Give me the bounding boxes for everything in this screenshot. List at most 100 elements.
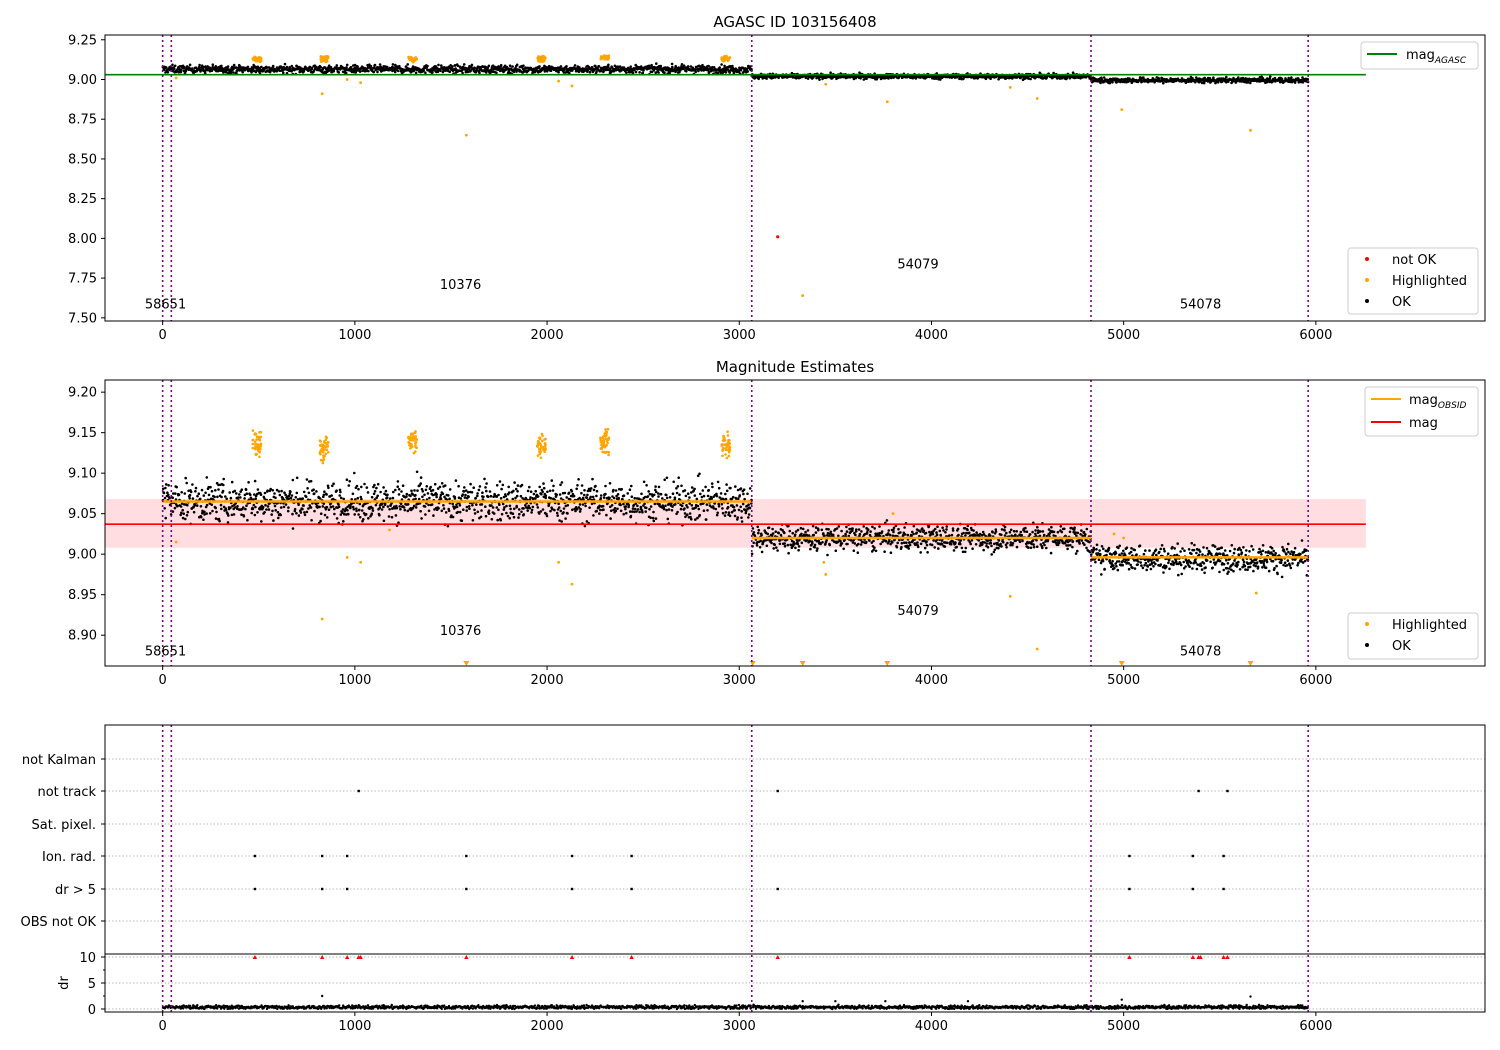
p2-ok-point [184, 517, 187, 521]
p2-ok-point [431, 488, 435, 492]
p2-ok-point [451, 502, 455, 506]
p2-ok-point [725, 489, 729, 493]
p2-ok-point [289, 496, 293, 500]
p2-ok-point [277, 516, 280, 520]
p2-ok-point [728, 514, 732, 518]
p2-ok-point [495, 506, 499, 509]
p2-ok-point [520, 510, 523, 514]
p2-ok-point [435, 495, 438, 499]
p2-ok-point [382, 486, 385, 489]
p2-ok-point [364, 513, 368, 516]
p2-ok-point [468, 507, 471, 511]
p1-ok-point [271, 64, 275, 68]
p2-ok-point [186, 510, 190, 514]
p2-ok-point [858, 532, 862, 536]
p2-ok-point [884, 539, 888, 543]
p2-ok-point [484, 486, 487, 489]
p2-ok-point [199, 515, 203, 519]
p2-ok-point [513, 481, 516, 484]
p2-ok-point [241, 506, 245, 509]
p2-ok-point [796, 542, 800, 546]
p1-ok-point [356, 65, 359, 68]
p2-ok-point [765, 544, 769, 548]
p2-ok-point [932, 539, 935, 542]
p1-ok-point [508, 64, 512, 67]
p2-ok-point [733, 514, 737, 518]
p2-ok-point [305, 510, 309, 514]
p2-ok-point [220, 495, 223, 499]
p2-ok-point [792, 540, 795, 544]
p1-ok-point [629, 65, 632, 68]
p2-ok-point [507, 485, 511, 489]
p2-ok-point [306, 487, 309, 490]
p2-ok-point [908, 543, 912, 547]
p2-ok-point [205, 503, 209, 507]
p2-ok-point [508, 516, 512, 520]
p2-ok-point [192, 510, 196, 514]
p2-ok-point [512, 515, 516, 519]
p1-legend-point-marker [1365, 257, 1369, 261]
p2-ok-point [297, 503, 300, 507]
p1-highlighted-point [570, 84, 574, 88]
p1-ok-point [757, 77, 760, 81]
p2-ok-point [903, 526, 906, 529]
p2-ok-point [406, 503, 410, 506]
p2-ok-point [266, 505, 270, 508]
p1-ok-point [511, 65, 514, 68]
p2-ok-point [342, 497, 346, 501]
p2-ok-point [688, 512, 692, 515]
p2-ok-point [664, 504, 667, 508]
p2-ok-point [910, 534, 913, 538]
p2-ok-point [505, 504, 508, 508]
p2-ok-point [912, 532, 915, 536]
p2-ok-point [299, 511, 303, 514]
p2-ok-point [860, 530, 863, 533]
p2-ok-point [549, 509, 552, 513]
p1-highlighted-point [1035, 97, 1039, 100]
p1-highlighted-point [541, 54, 544, 58]
p2-ok-point [448, 488, 452, 491]
p2-ok-point [505, 511, 508, 515]
p2-ok-point [887, 529, 891, 532]
p1-highlighted-point [543, 57, 547, 61]
p2-ok-point [855, 528, 858, 531]
p2-ok-point [419, 509, 422, 513]
p2-ok-point [960, 546, 964, 550]
p2-ok-point [740, 510, 743, 513]
p2-ok-point [518, 512, 521, 516]
p2-ok-point [295, 512, 298, 515]
p2-ok-point [419, 482, 423, 485]
p2-ok-point [349, 505, 352, 509]
p1-xtick-label: 3000 [723, 328, 756, 343]
p2-ok-point [760, 533, 763, 537]
p2-ok-point [598, 512, 601, 515]
p2-ok-point [919, 530, 922, 533]
p2-ok-point [470, 491, 474, 494]
p2-ok-point [167, 484, 170, 487]
p1-highlighted-point [410, 56, 413, 59]
p2-ok-point [350, 498, 354, 501]
p2-ok-point [539, 510, 543, 513]
p1-highlighted-point [259, 57, 263, 60]
p2-ok-point [903, 533, 907, 536]
p2-ok-point [675, 491, 679, 495]
p1-highlighted-point [1249, 128, 1252, 132]
p2-ok-point [229, 506, 232, 510]
p2-ok-point [185, 514, 189, 517]
p2-ok-point [772, 547, 775, 550]
p2-ok-point [773, 543, 776, 546]
agasc-magnitude-panel: AGASC ID 103156408 0 1000 2000 3000 4000 5000… [68, 13, 1486, 343]
p2-ok-point [711, 485, 714, 489]
p2-ok-point [392, 490, 395, 494]
p2-ok-point [205, 512, 208, 515]
p2-ok-point [465, 505, 469, 509]
p2-ok-point [254, 505, 257, 509]
p2-ok-point [862, 525, 865, 528]
p2-ok-point [310, 519, 313, 522]
p2-ok-point [280, 489, 283, 493]
p2-ok-point [351, 492, 355, 496]
p2-ok-point [905, 541, 908, 544]
p2-ok-point [640, 492, 643, 496]
p2-ok-point [808, 540, 811, 543]
p2-ok-point [566, 512, 569, 515]
